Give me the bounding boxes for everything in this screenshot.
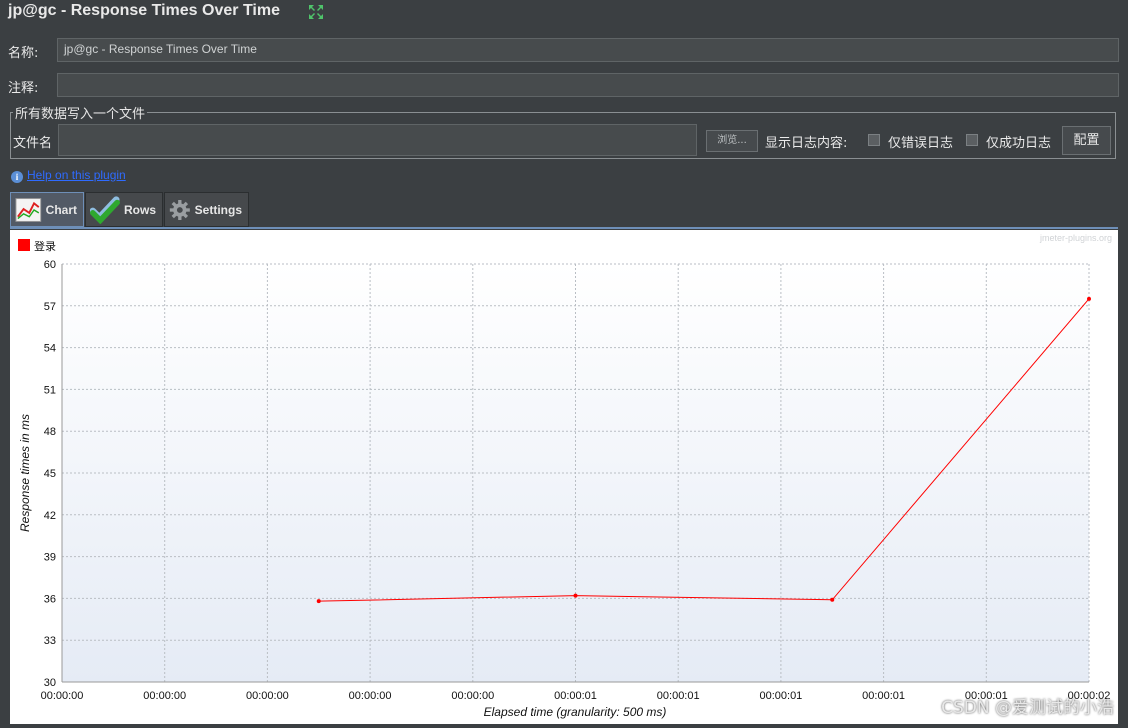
comment-label: 注释: [8, 81, 39, 96]
expand-icon[interactable] [307, 3, 325, 21]
y-tick-label: 54 [44, 343, 56, 355]
y-tick-label: 42 [44, 510, 56, 522]
tab-chart-label: Chart [45, 202, 77, 217]
y-axis-label: Response times in ms [18, 414, 32, 532]
legend-label: 登录 [34, 239, 56, 253]
y-tick-label: 57 [44, 301, 56, 313]
file-group-title: 所有数据写入一个文件 [13, 103, 148, 122]
data-point [830, 597, 835, 602]
chart-panel: 30 33 36 39 42 45 48 51 54 57 60 00:00:00 00:00:00 0… [10, 230, 1118, 724]
chart-icon [15, 197, 42, 222]
checkmark-icon [90, 195, 120, 224]
y-tick-label: 30 [44, 677, 56, 689]
x-tick-label: 00:00:00 [451, 690, 494, 702]
x-tick-label: 00:00:00 [246, 690, 289, 702]
y-tick-label: 60 [44, 259, 56, 271]
browse-button[interactable]: 浏览... [706, 130, 758, 152]
tab-chart[interactable]: Chart [10, 192, 84, 227]
success-only-checkbox[interactable] [966, 134, 978, 146]
y-tick-label: 45 [44, 468, 56, 480]
tab-settings-label: Settings [194, 202, 242, 217]
help-link[interactable]: Help on this plugin [27, 168, 126, 182]
errors-only-label: 仅错误日志 [888, 136, 954, 151]
y-tick-label: 39 [44, 552, 56, 564]
filename-field[interactable] [58, 124, 697, 156]
x-tick-label: 00:00:00 [349, 690, 392, 702]
comment-field[interactable] [57, 73, 1119, 97]
x-tick-label: 00:00:00 [143, 690, 186, 702]
x-tick-label: 00:00:01 [759, 690, 802, 702]
watermark: CSDN @爱测试的小浩 [941, 698, 1114, 718]
x-tick-label: 00:00:00 [41, 690, 84, 702]
x-tick-label: 00:00:01 [554, 690, 597, 702]
name-label: 名称: [8, 46, 39, 61]
tab-divider [10, 227, 1118, 229]
info-icon: i [11, 171, 23, 183]
x-tick-label: 00:00:01 [862, 690, 905, 702]
tab-rows[interactable]: Rows [85, 192, 163, 227]
brand-label: jmeter-plugins.org [1039, 233, 1112, 243]
errors-only-checkbox[interactable] [868, 134, 880, 146]
legend-swatch [18, 239, 30, 251]
y-tick-label: 48 [44, 426, 56, 438]
window-title: jp@gc - Response Times Over Time [8, 2, 280, 19]
y-tick-label: 36 [44, 593, 56, 605]
tab-rows-label: Rows [123, 202, 156, 217]
data-point [316, 599, 321, 604]
response-times-chart: 30 33 36 39 42 45 48 51 54 57 60 00:00:00 00:00:00 0… [10, 230, 1118, 724]
gear-icon [169, 199, 190, 220]
log-content-label: 显示日志内容: [765, 136, 848, 151]
y-tick-label: 33 [44, 635, 56, 647]
success-only-label: 仅成功日志 [986, 136, 1052, 151]
x-tick-label: 00:00:01 [657, 690, 700, 702]
data-point [1087, 296, 1091, 301]
x-axis-label: Elapsed time (granularity: 500 ms) [484, 705, 667, 719]
filename-label: 文件名 [13, 136, 53, 151]
name-field[interactable]: jp@gc - Response Times Over Time [57, 38, 1119, 62]
y-tick-label: 51 [44, 384, 56, 396]
tab-settings[interactable]: Settings [164, 192, 249, 227]
configure-button[interactable]: 配置 [1062, 126, 1111, 155]
data-point [573, 593, 578, 598]
